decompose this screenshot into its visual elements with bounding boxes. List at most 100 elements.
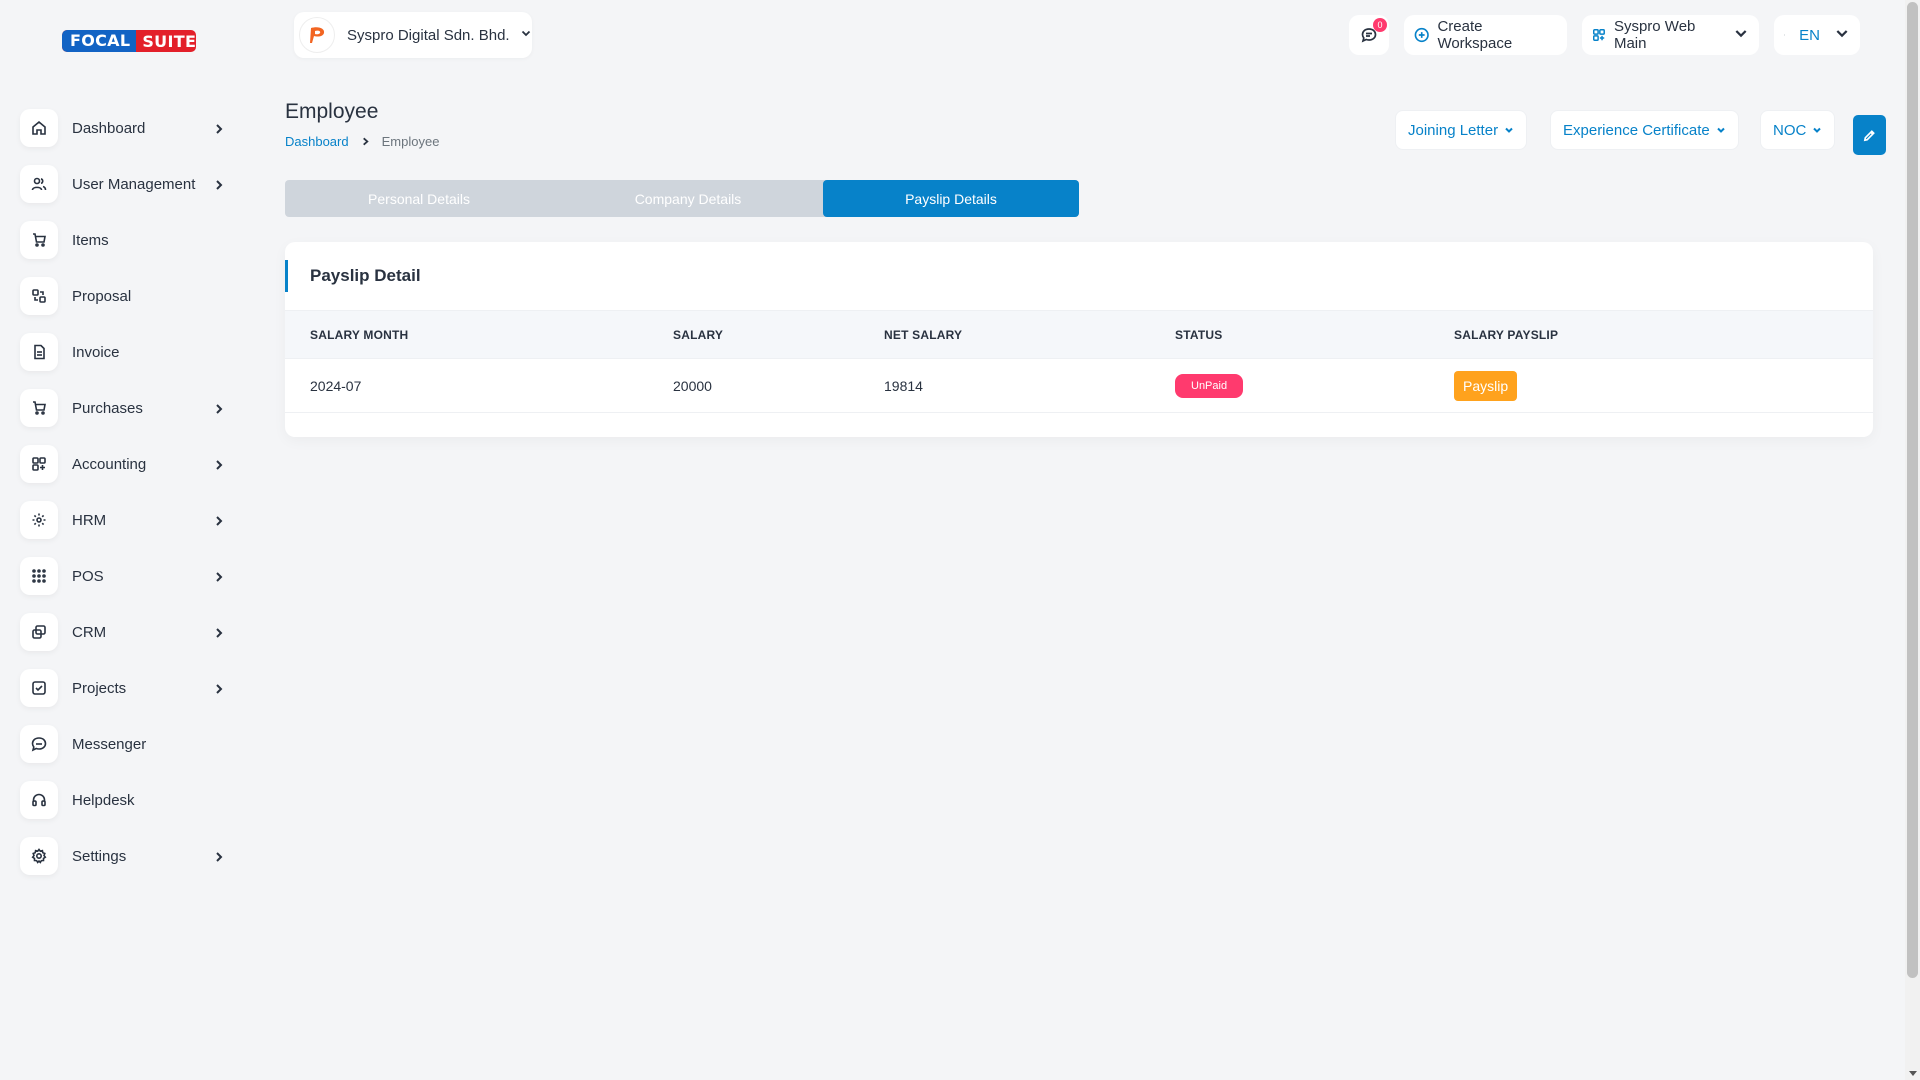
- tab-payslip-details[interactable]: Payslip Details: [823, 180, 1079, 217]
- language-code: EN: [1799, 26, 1820, 44]
- sidebar-item-label: Proposal: [72, 287, 132, 305]
- column-header-status: STATUS: [1175, 310, 1454, 359]
- page-title: Employee: [285, 100, 379, 123]
- chevron-down-icon: [1813, 127, 1822, 133]
- hrm-icon: [20, 501, 58, 539]
- apps-icon: [20, 445, 58, 483]
- apps-icon: [1593, 29, 1605, 41]
- sidebar-item-label: Settings: [72, 847, 127, 865]
- breadcrumb: Dashboard Employee: [285, 134, 439, 149]
- salary-cell: 20000: [673, 358, 884, 413]
- tab-company-details[interactable]: Company Details: [553, 180, 823, 217]
- sidebar-item-crm[interactable]: CRM: [20, 604, 235, 660]
- payslip-button[interactable]: Payslip: [1454, 370, 1518, 401]
- create-workspace-label: Create Workspace: [1437, 18, 1513, 52]
- breadcrumb-current: Employee: [381, 134, 440, 149]
- salary-month-cell: 2024-07: [285, 358, 673, 413]
- page-scrollbar[interactable]: [1905, 0, 1920, 1080]
- sidebar-item-label: Projects: [72, 679, 127, 697]
- sidebar-item-label: Accounting: [72, 455, 147, 473]
- brand-logo-part2: SUITE: [142, 31, 196, 51]
- gear-icon: [20, 837, 58, 875]
- sidebar-item-label: Dashboard: [72, 119, 146, 137]
- payslip-action-cell: Payslip: [1454, 358, 1873, 413]
- pencil-icon: [1863, 129, 1875, 141]
- message-icon: [20, 725, 58, 763]
- grid-icon: [20, 557, 58, 595]
- plus-circle-icon: [1414, 27, 1429, 43]
- chevron-down-icon: [1505, 127, 1513, 133]
- sidebar-item-proposal[interactable]: Proposal: [20, 268, 235, 324]
- noc-dropdown[interactable]: NOC: [1760, 110, 1836, 150]
- sidebar-item-accounting[interactable]: Accounting: [20, 436, 235, 492]
- notification-count-badge: 0: [1373, 18, 1387, 32]
- notifications-button[interactable]: 0: [1349, 15, 1389, 55]
- payslip-card: Payslip Detail SALARY MONTH SALARY NET S…: [285, 242, 1873, 437]
- chevron-down-icon: [1834, 25, 1850, 45]
- chevron-right-icon: [213, 626, 225, 638]
- sidebar-item-dashboard[interactable]: Dashboard: [20, 100, 235, 156]
- sidebar-nav: Dashboard User Management Items Proposal…: [20, 100, 235, 884]
- breadcrumb-dashboard-link[interactable]: Dashboard: [285, 134, 349, 149]
- sidebar-item-label: Invoice: [72, 343, 120, 361]
- column-header-salary: SALARY: [673, 310, 884, 359]
- create-workspace-button[interactable]: Create Workspace: [1404, 15, 1567, 55]
- scroll-down-arrow-icon[interactable]: [1909, 1071, 1917, 1076]
- sidebar-item-items[interactable]: Items: [20, 212, 235, 268]
- company-logo: [299, 17, 335, 53]
- sidebar-item-pos[interactable]: POS: [20, 548, 235, 604]
- proposal-icon: [20, 277, 58, 315]
- experience-certificate-label: Experience Certificate: [1563, 121, 1710, 139]
- company-selector[interactable]: Syspro Digital Sdn. Bhd.: [294, 12, 532, 58]
- tab-personal-details[interactable]: Personal Details: [285, 180, 553, 217]
- chevron-right-icon: [213, 682, 225, 694]
- chevron-down-icon: [1733, 25, 1749, 45]
- sidebar-item-label: Helpdesk: [72, 791, 135, 809]
- employee-tabs: Personal Details Company Details Payslip…: [285, 180, 1079, 217]
- joining-letter-dropdown[interactable]: Joining Letter: [1395, 110, 1528, 150]
- sidebar: FOCAL SUITE Dashboard User Management It…: [0, 0, 252, 1080]
- workspace-name: Syspro Web Main: [1613, 18, 1696, 52]
- chevron-right-icon: [213, 850, 225, 862]
- crm-icon: [20, 613, 58, 651]
- language-selector[interactable]: EN: [1774, 15, 1860, 55]
- sidebar-item-label: User Management: [72, 175, 196, 193]
- scrollbar-thumb[interactable]: [1907, 2, 1918, 978]
- table-row: 2024-07 20000 19814 UnPaid Payslip: [285, 358, 1873, 413]
- cart-icon: [20, 389, 58, 427]
- chevron-right-icon: [213, 458, 225, 470]
- column-header-net-salary: NET SALARY: [884, 310, 1175, 359]
- chevron-right-icon: [213, 402, 225, 414]
- sidebar-item-messenger[interactable]: Messenger: [20, 716, 235, 772]
- sidebar-item-projects[interactable]: Projects: [20, 660, 235, 716]
- chevron-right-icon: [213, 570, 225, 582]
- users-icon: [20, 165, 58, 203]
- chevron-right-icon: [213, 122, 225, 134]
- table-header-row: SALARY MONTH SALARY NET SALARY STATUS SA…: [285, 310, 1873, 359]
- headset-icon: [20, 781, 58, 819]
- sidebar-item-label: Purchases: [72, 399, 143, 417]
- cart-icon: [20, 221, 58, 259]
- home-icon: [20, 109, 58, 147]
- check-square-icon: [20, 669, 58, 707]
- sidebar-item-user-management[interactable]: User Management: [20, 156, 235, 212]
- sidebar-item-label: CRM: [72, 623, 107, 641]
- sidebar-item-label: Items: [72, 231, 109, 249]
- sidebar-item-label: POS: [72, 567, 104, 585]
- brand-logo[interactable]: FOCAL SUITE: [62, 30, 196, 52]
- status-cell: UnPaid: [1175, 358, 1454, 413]
- sidebar-item-invoice[interactable]: Invoice: [20, 324, 235, 380]
- sidebar-item-label: Messenger: [72, 735, 147, 753]
- status-badge: UnPaid: [1175, 373, 1244, 398]
- experience-certificate-dropdown[interactable]: Experience Certificate: [1550, 110, 1739, 150]
- sidebar-item-helpdesk[interactable]: Helpdesk: [20, 772, 235, 828]
- edit-button[interactable]: [1853, 115, 1886, 155]
- chevron-right-icon: [361, 134, 370, 149]
- chevron-right-icon: [213, 178, 225, 190]
- sidebar-item-hrm[interactable]: HRM: [20, 492, 235, 548]
- workspace-selector[interactable]: Syspro Web Main: [1582, 15, 1759, 55]
- company-name: Syspro Digital Sdn. Bhd.: [347, 26, 510, 44]
- globe-icon: [1784, 34, 1786, 36]
- sidebar-item-purchases[interactable]: Purchases: [20, 380, 235, 436]
- sidebar-item-settings[interactable]: Settings: [20, 828, 235, 884]
